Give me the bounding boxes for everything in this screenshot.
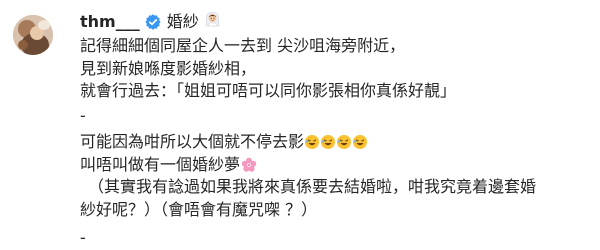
rolling-laughing-emoji-icon — [304, 133, 368, 157]
caption-line-7: （其實我有諗過如果我將來真係要去結婚啦，咁我究竟着邊套婚 — [88, 177, 537, 196]
caption-line-1: 記得細細個同屋企人一去到 尖沙咀海旁附近， — [80, 36, 406, 55]
verified-badge-icon — [145, 14, 161, 30]
username-link[interactable]: thm___ — [80, 9, 140, 35]
caption-content: thm___ 婚紗 記得細細個同屋企人一去到 尖沙咀海旁附近， 見到新娘喺度影婚… — [80, 9, 590, 250]
caption-line-8: 紗好呢？）（會唔會有魔咒㗎 ？） — [80, 199, 318, 219]
caption-separator-1: - — [80, 105, 86, 125]
caption-line-6-text: 叫唔叫做有一個婚紗夢 — [80, 154, 241, 174]
caption-line-6: 叫唔叫做有一個婚紗夢 — [80, 154, 590, 177]
caption-line-5: 可能因為咁所以大個就不停去影 — [80, 131, 590, 154]
caption-line-5-text: 可能因為咁所以大個就不停去影 — [80, 132, 305, 151]
profile-avatar[interactable] — [13, 15, 53, 55]
caption-line-2: 見到新娘喺度影婚紗相， — [80, 58, 257, 78]
avatar-photo — [13, 15, 53, 55]
caption-separator-2: - — [80, 228, 86, 247]
bride-emoji-icon — [204, 9, 221, 35]
caption-header: thm___ 婚紗 — [80, 9, 590, 35]
caption-line-3: 就會行過去：「姐姐可唔可以同你影張相你真係好靚」 — [80, 81, 457, 100]
caption-first-word: 婚紗 — [166, 12, 199, 31]
instagram-post-caption: thm___ 婚紗 記得細細個同屋企人一去到 尖沙咀海旁附近， 見到新娘喺度影婚… — [0, 0, 600, 249]
